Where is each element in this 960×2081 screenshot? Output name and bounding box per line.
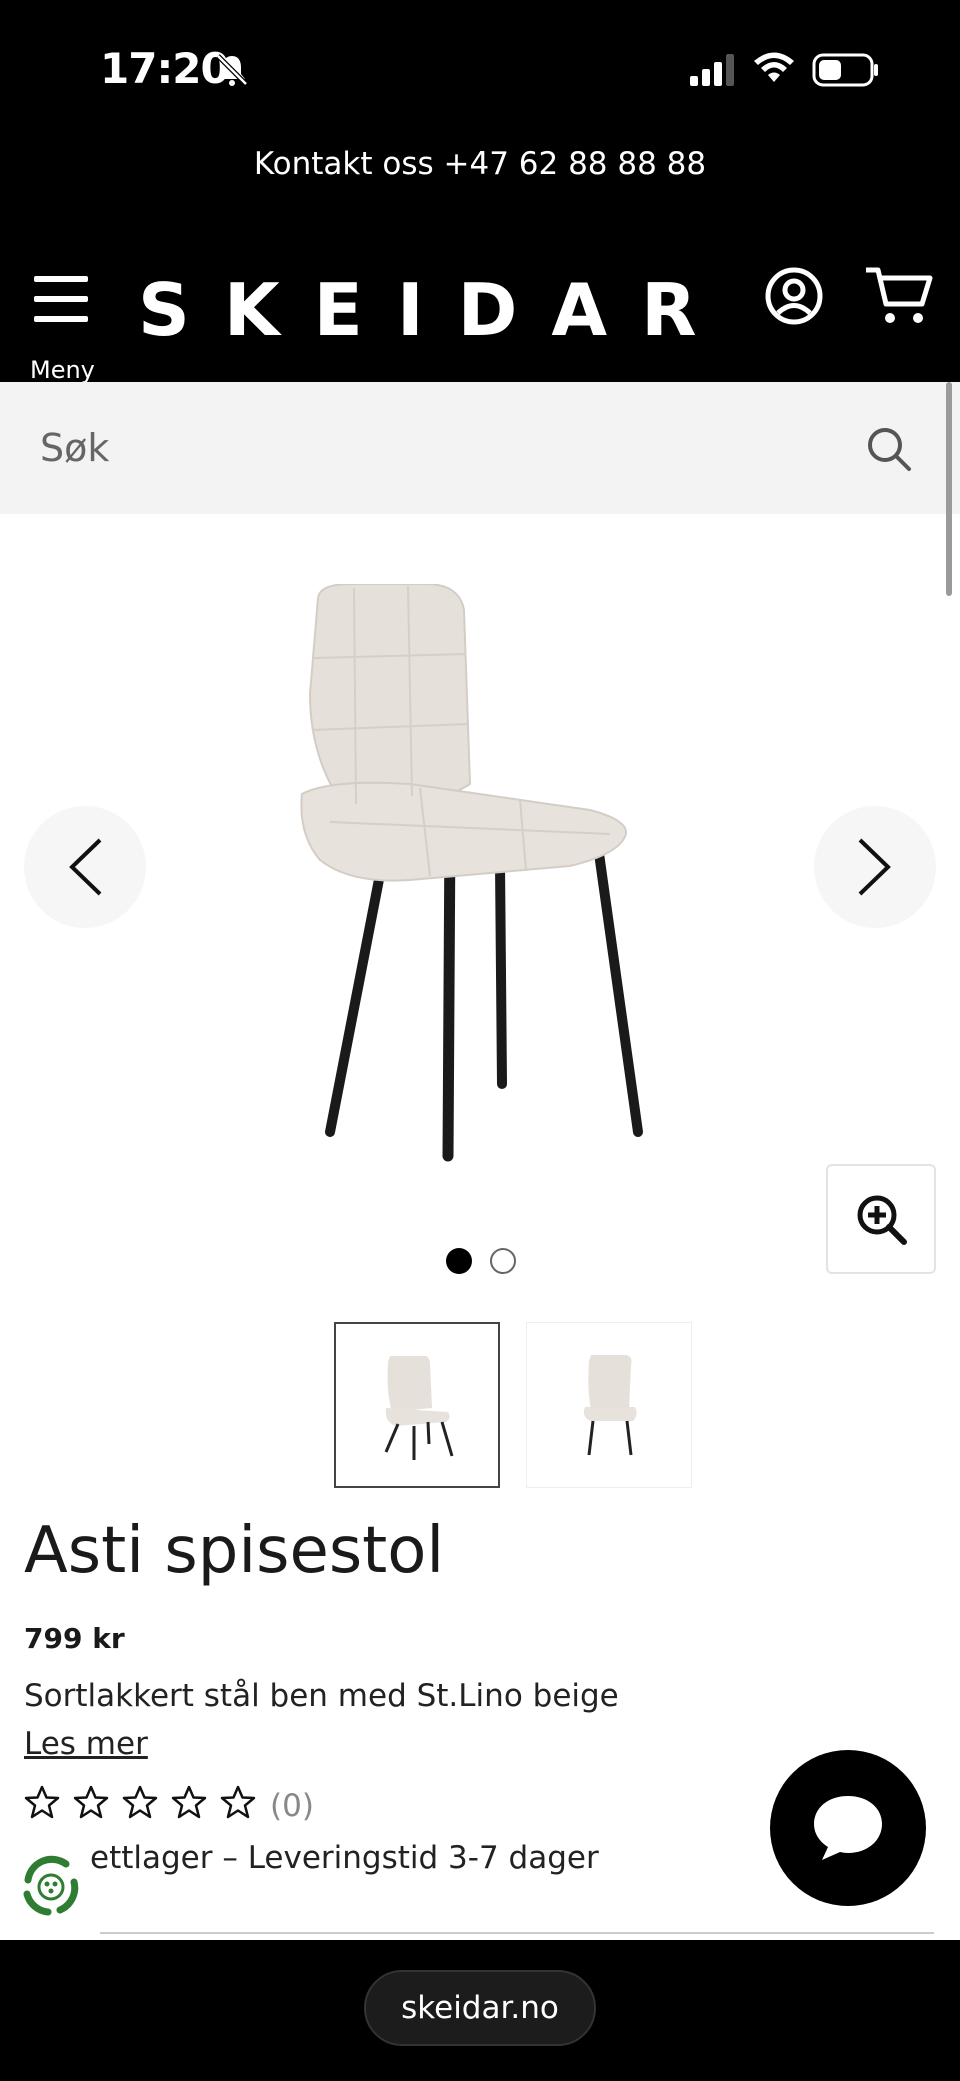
site-logo[interactable]: SKEIDAR [138, 260, 731, 360]
pagination-dot-active[interactable] [446, 1248, 472, 1274]
star-empty-icon [122, 1785, 158, 1819]
thumbnail-image [583, 1355, 637, 1456]
menu-button[interactable]: Meny [26, 266, 98, 384]
gallery-pagination [444, 1248, 524, 1278]
bell-slash-icon [216, 54, 248, 86]
read-more-link[interactable]: Les mer [24, 1726, 148, 1762]
chevron-right-icon [858, 838, 891, 896]
status-bar: 17:20 [0, 0, 960, 140]
contact-banner[interactable]: Kontakt oss +47 62 88 88 88 [0, 140, 960, 240]
star-empty-icon [73, 1785, 109, 1819]
zoom-in-icon [857, 1195, 907, 1245]
review-count[interactable]: (0) [270, 1788, 314, 1824]
search-icon[interactable] [866, 426, 912, 472]
hamburger-menu-icon [26, 266, 98, 322]
stock-status: ettlager – Leveringstid 3-7 dager [90, 1840, 599, 1876]
status-time: 17:20 [100, 44, 230, 93]
divider [100, 1932, 934, 1934]
rating-stars[interactable] [24, 1784, 269, 1824]
product-image[interactable] [290, 584, 670, 1164]
zoom-button[interactable] [826, 1164, 936, 1274]
browser-bottom-bar: skeidar.no [0, 1940, 960, 2081]
url-bar[interactable]: skeidar.no [364, 1970, 596, 2046]
thumbnail-image [384, 1356, 454, 1460]
product-title: Asti spisestol [24, 1514, 445, 1588]
search-input[interactable] [40, 412, 820, 484]
contact-text[interactable]: Kontakt oss +47 62 88 88 88 [254, 146, 706, 182]
site-header: Meny SKEIDAR [0, 240, 960, 384]
product-gallery [0, 514, 960, 1314]
search-bar [0, 382, 960, 514]
cellular-signal-icon [690, 54, 734, 86]
gallery-next-button[interactable] [814, 806, 936, 928]
product-description: Sortlakkert stål ben med St.Lino beige [24, 1678, 619, 1714]
thumbnail-1[interactable] [334, 1322, 500, 1488]
gallery-prev-button[interactable] [24, 806, 146, 928]
thumbnail-2[interactable] [526, 1322, 692, 1488]
wifi-icon [754, 52, 794, 82]
chat-icon [814, 1796, 882, 1860]
eco-recycle-icon[interactable] [16, 1852, 86, 1922]
product-price: 799 kr [24, 1622, 125, 1655]
star-empty-icon [171, 1785, 207, 1819]
star-empty-icon [220, 1785, 256, 1819]
menu-label: Meny [30, 356, 95, 384]
cart-icon[interactable] [864, 264, 934, 328]
pagination-dot[interactable] [490, 1248, 516, 1274]
account-icon[interactable] [764, 266, 824, 326]
chat-button[interactable] [770, 1750, 926, 1906]
chevron-left-icon [69, 838, 102, 896]
star-empty-icon [24, 1785, 60, 1819]
battery-icon [812, 53, 878, 87]
